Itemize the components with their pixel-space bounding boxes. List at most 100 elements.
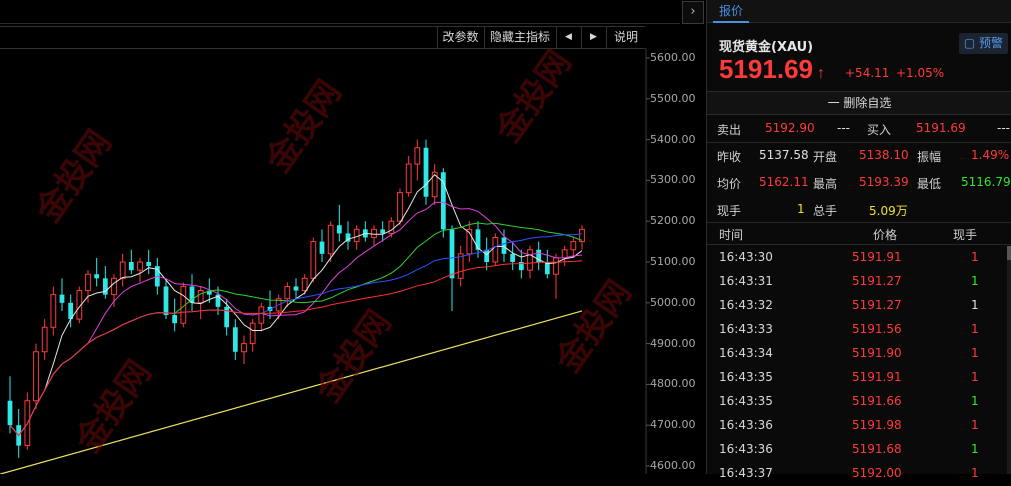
candle-body[interactable] <box>492 237 499 263</box>
candle-body[interactable] <box>119 261 126 279</box>
tick-time: 16:43:35 <box>719 370 773 384</box>
tick-price: 5191.66 <box>852 394 902 408</box>
candle-body[interactable] <box>172 315 178 324</box>
candle-body[interactable] <box>501 237 507 254</box>
price-chart[interactable] <box>0 0 706 474</box>
low-label: 最低 <box>917 177 942 191</box>
candle-body[interactable] <box>137 261 143 271</box>
open-value: 5138.10 <box>859 148 909 162</box>
candle-body[interactable] <box>50 294 57 328</box>
candle-body[interactable] <box>85 273 91 292</box>
tick-vol: 1 <box>971 370 979 384</box>
candle-body[interactable] <box>258 306 265 324</box>
buy-value: 5191.69 <box>916 121 966 135</box>
candle-body[interactable] <box>163 286 169 316</box>
y-tick-label: 5100.00 <box>650 255 696 268</box>
tick-row: 16:43:35 5191.66 1 <box>707 390 1002 414</box>
tick-time: 16:43:35 <box>719 394 773 408</box>
tick-vol: 1 <box>971 418 979 432</box>
tick-price: 5191.27 <box>852 274 902 288</box>
candle-body[interactable] <box>284 285 291 300</box>
tick-row: 16:43:34 5191.90 1 <box>707 342 1002 366</box>
candle-body[interactable] <box>241 343 247 353</box>
col-header-price: 价格 <box>873 228 898 242</box>
candle-body[interactable] <box>353 228 360 243</box>
divider <box>707 142 1011 143</box>
candle-body[interactable] <box>570 241 577 251</box>
open-label: 开盘 <box>813 150 838 164</box>
tick-price: 5191.91 <box>852 370 902 384</box>
candle-body[interactable] <box>59 294 65 303</box>
candle-body[interactable] <box>310 241 317 279</box>
ma5-line <box>9 174 583 437</box>
candle-body[interactable] <box>197 290 204 304</box>
y-tick-label: 5300.00 <box>650 173 696 187</box>
candle-body[interactable] <box>224 306 230 328</box>
candle-body[interactable] <box>371 228 377 239</box>
remove-watchlist-button[interactable]: 一 删除自选 <box>707 91 1011 115</box>
tick-time: 16:43:37 <box>719 466 773 480</box>
avg-label: 均价 <box>717 177 742 191</box>
candle-body[interactable] <box>319 241 325 254</box>
tick-row: 16:43:37 5192.00 1 <box>707 462 1002 486</box>
candle-body[interactable] <box>553 257 559 275</box>
candle-body[interactable] <box>327 224 334 255</box>
tick-vol: 1 <box>971 346 979 360</box>
low-value: 5116.79 <box>961 175 1011 189</box>
candle-body[interactable] <box>484 249 490 262</box>
tick-time: 16:43:31 <box>719 274 773 288</box>
tick-row: 16:43:33 5191.56 1 <box>707 318 1002 342</box>
y-tick-label: 5600.00 <box>650 51 696 64</box>
tab-quote[interactable]: 报价 <box>713 0 750 23</box>
tick-row: 16:43:35 5191.91 1 <box>707 366 1002 390</box>
tick-price: 5191.56 <box>852 322 902 336</box>
candle-body[interactable] <box>94 274 100 279</box>
kline-chart-area[interactable]: › 改参数 隐藏主指标 ◀ ▶ 说明 5600.00 5500.00 5400.00… <box>0 0 706 474</box>
bell-icon: ▢ <box>963 36 976 50</box>
candle-body[interactable] <box>527 249 533 271</box>
price-change: +54.11 <box>845 66 890 80</box>
candle-body[interactable] <box>475 229 481 250</box>
tick-vol: 1 <box>971 466 979 480</box>
tick-row: 16:43:36 5191.68 1 <box>707 438 1002 462</box>
last-price: 5191.69 ↑ <box>719 54 825 85</box>
candle-body[interactable] <box>397 192 403 222</box>
candle-body[interactable] <box>301 277 308 292</box>
candle-body[interactable] <box>510 253 516 262</box>
candle-body[interactable] <box>232 327 238 352</box>
last-price-value: 5191.69 <box>719 54 813 84</box>
avg-value: 5162.11 <box>759 175 809 189</box>
candle-body[interactable] <box>111 277 117 296</box>
y-tick-label: 4700.00 <box>650 418 696 432</box>
candle-body[interactable] <box>249 322 256 345</box>
tick-vol: 1 <box>971 442 979 456</box>
candle-body[interactable] <box>33 351 39 402</box>
candle-body[interactable] <box>414 147 421 165</box>
candle-body[interactable] <box>146 262 152 267</box>
prev-close-label: 昨收 <box>717 150 742 164</box>
candle-body[interactable] <box>128 262 134 271</box>
price-up-arrow-icon: ↑ <box>816 65 825 82</box>
candle-body[interactable] <box>405 163 412 194</box>
tick-price: 5191.91 <box>852 250 902 264</box>
tick-price: 5191.27 <box>852 298 902 312</box>
candle-body[interactable] <box>449 229 455 279</box>
candle-body[interactable] <box>336 225 342 234</box>
y-tick-label: 4600.00 <box>650 459 696 472</box>
price-change-pct: +1.05% <box>896 66 945 80</box>
tick-vol: 1 <box>971 250 979 264</box>
tick-price: 5191.90 <box>852 346 902 360</box>
total-vol-value: 5.09万 <box>869 204 908 218</box>
candle-body[interactable] <box>41 326 48 353</box>
candle-body[interactable] <box>293 286 299 291</box>
alert-button[interactable]: ▢ 预警 <box>958 33 1008 54</box>
scrollbar-thumb[interactable] <box>1007 246 1011 260</box>
candle-body[interactable] <box>7 400 13 426</box>
divider <box>707 222 1011 223</box>
candle-body[interactable] <box>380 229 386 234</box>
candle-body[interactable] <box>423 147 429 197</box>
candle-body[interactable] <box>388 220 395 234</box>
tick-scrollbar[interactable] <box>1007 246 1011 474</box>
candle-body[interactable] <box>561 249 568 259</box>
candle-body[interactable] <box>457 253 464 279</box>
